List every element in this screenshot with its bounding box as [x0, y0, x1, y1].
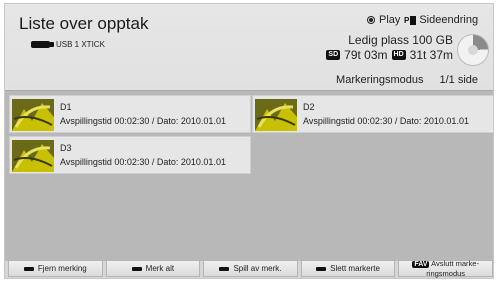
recording-info: Avspillingstid 00:02:30 / Dato: 2010.01.… — [60, 116, 226, 126]
recording-name: D1 — [60, 102, 72, 112]
play-marked-button[interactable]: Spill av merk. — [203, 260, 298, 277]
recording-item[interactable]: D3 Avspillingstid 00:02:30 / Dato: 2010.… — [9, 136, 251, 174]
delete-marked-label: Slett markerte — [330, 264, 380, 273]
mode-label: Markeringsmodus — [336, 74, 424, 86]
usb-device-label: USB 1 XTICK — [56, 40, 105, 49]
page-change-hint: P Sideendring — [404, 14, 478, 26]
page-change-label: Sideendring — [419, 14, 479, 26]
hd-badge: HD — [391, 50, 406, 60]
free-space-text: Ledig plass 100 GB — [348, 33, 453, 47]
recordings-screen: Liste over opptak USB 1 XTICK Play P Sid… — [4, 3, 494, 279]
page-title: Liste over opptak — [19, 14, 149, 33]
header: Liste over opptak USB 1 XTICK Play P Sid… — [5, 4, 493, 90]
recording-list: D1 Avspillingstid 00:02:30 / Dato: 2010.… — [5, 90, 493, 261]
exit-line1: FAV Avslutt marke- — [412, 259, 479, 269]
fav-key-icon: FAV — [412, 261, 430, 268]
page-change-icon: P — [404, 15, 417, 25]
usb-device-indicator: USB 1 XTICK — [31, 40, 105, 49]
usb-icon — [31, 41, 54, 48]
recording-thumbnail — [12, 99, 54, 131]
green-key-icon — [131, 266, 142, 271]
recording-thumbnail — [12, 140, 54, 172]
unmark-label: Fjern merking — [37, 264, 87, 273]
exit-label-line2: ringsmodus — [426, 269, 466, 278]
record-icon — [367, 16, 375, 24]
recording-item[interactable]: D2 Avspillingstid 00:02:30 / Dato: 2010.… — [252, 95, 493, 133]
disk-usage-icon — [457, 34, 489, 66]
hd-time: 31t 37m — [409, 48, 453, 62]
mode-bar: Markeringsmodus 1/1 side — [336, 74, 478, 86]
exit-label-line1: Avslutt marke- — [431, 259, 479, 268]
recording-name: D2 — [303, 102, 315, 112]
play-marked-label: Spill av merk. — [233, 264, 282, 273]
button-bar: Fjern merking Merk alt Spill av merk. Sl… — [5, 259, 493, 278]
yellow-key-icon — [219, 266, 230, 271]
unmark-button[interactable]: Fjern merking — [8, 260, 103, 277]
recording-info: Avspillingstid 00:02:30 / Dato: 2010.01.… — [60, 157, 226, 167]
sd-time: 79t 03m — [344, 48, 388, 62]
recording-info: Avspillingstid 00:02:30 / Dato: 2010.01.… — [303, 116, 469, 126]
red-key-icon — [23, 266, 34, 271]
mark-all-label: Merk alt — [145, 264, 175, 273]
delete-marked-button[interactable]: Slett markerte — [300, 260, 396, 277]
recording-thumbnail — [255, 99, 297, 131]
blue-key-icon — [316, 266, 327, 271]
recording-name: D3 — [60, 143, 72, 153]
mark-all-button[interactable]: Merk alt — [105, 260, 201, 277]
recording-item[interactable]: D1 Avspillingstid 00:02:30 / Dato: 2010.… — [9, 95, 251, 133]
page-indicator: 1/1 side — [439, 74, 478, 86]
remaining-time: SD 79t 03m HD 31t 37m — [326, 48, 453, 62]
play-label: Play — [379, 14, 401, 26]
exit-mark-mode-button[interactable]: FAV Avslutt marke- ringsmodus — [398, 259, 493, 278]
play-hint: Play — [367, 14, 400, 26]
sd-badge: SD — [326, 50, 341, 60]
